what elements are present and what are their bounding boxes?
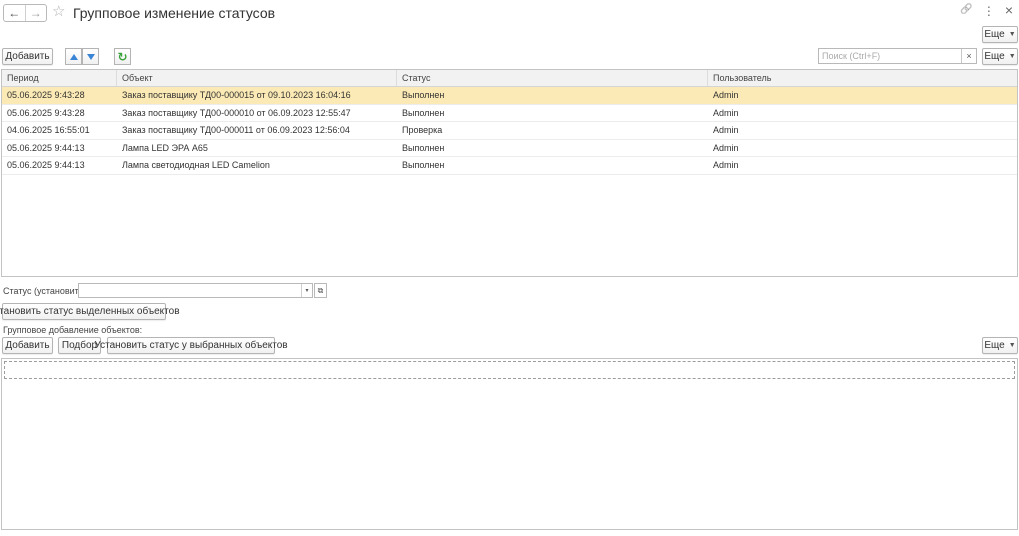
link-icon[interactable]: 🔗 xyxy=(960,4,972,18)
cell-period: 05.06.2025 9:44:13 xyxy=(7,142,85,153)
cell-status: Выполнен xyxy=(402,90,445,100)
window-controls: 🔗 ⋮ × xyxy=(960,3,1013,18)
move-up-button[interactable] xyxy=(65,48,82,65)
search-input[interactable] xyxy=(819,49,961,63)
column-header-object[interactable]: Объект xyxy=(117,70,397,86)
group-more-button[interactable]: Еще ▼ xyxy=(982,337,1018,354)
table-header: Период Объект Статус Пользователь xyxy=(2,70,1017,87)
page-title: Групповое изменение статусов xyxy=(73,5,276,21)
cell-user: Admin xyxy=(713,125,739,135)
move-down-button[interactable] xyxy=(82,48,99,65)
open-form-icon: ⧉ xyxy=(317,285,324,295)
column-header-period[interactable]: Период xyxy=(2,70,117,86)
cell-user: Admin xyxy=(713,90,739,100)
table-row[interactable]: 05.06.2025 9:43:28 Заказ поставщику ТД00… xyxy=(2,105,1017,122)
table-row[interactable]: 05.06.2025 9:44:13 Лампа светодиодная LE… xyxy=(2,157,1017,175)
clear-search-button[interactable]: × xyxy=(961,49,976,63)
cell-user: Admin xyxy=(713,107,739,118)
more-button-top[interactable]: Еще ▼ xyxy=(982,26,1018,43)
cell-status: Выполнен xyxy=(402,107,445,118)
clear-icon: × xyxy=(966,51,972,61)
arrow-up-icon xyxy=(69,53,78,60)
cell-period: 05.06.2025 9:44:13 xyxy=(7,160,85,170)
chevron-down-icon: ▾ xyxy=(305,288,309,294)
more-button-label: Еще xyxy=(984,340,1005,351)
group-add-label: Групповое добавление объектов: xyxy=(3,325,143,335)
chevron-down-icon: ▼ xyxy=(1008,342,1016,349)
more-button-label: Еще xyxy=(984,51,1005,62)
title-bar: ← → ☆ Групповое изменение статусов 🔗 ⋮ × xyxy=(0,0,1019,26)
menu-icon[interactable]: ⋮ xyxy=(983,4,995,18)
dropdown-button[interactable]: ▾ xyxy=(301,284,312,297)
cell-object: Заказ поставщику ТД00-000011 от 06.09.20… xyxy=(122,125,350,135)
search-box: × xyxy=(818,48,977,64)
cell-user: Admin xyxy=(713,160,739,170)
arrow-right-icon: → xyxy=(29,6,42,20)
table-row[interactable]: 04.06.2025 16:55:01 Заказ поставщику ТД0… xyxy=(2,122,1017,140)
cell-status: Проверка xyxy=(402,125,443,135)
forward-button[interactable]: → xyxy=(24,5,47,21)
more-button-label: Еще xyxy=(984,29,1005,40)
cell-period: 04.06.2025 16:55:01 xyxy=(7,125,90,135)
status-set-label: Статус (установить): xyxy=(3,286,89,296)
chevron-down-icon: ▼ xyxy=(1008,53,1016,60)
add-button[interactable]: Добавить xyxy=(2,48,53,65)
status-select-value xyxy=(79,284,301,297)
group-add-button[interactable]: Добавить xyxy=(2,337,53,354)
cell-object: Лампа светодиодная LED Camelion xyxy=(122,160,270,170)
group-objects-table[interactable] xyxy=(1,358,1018,530)
status-history-table[interactable]: Период Объект Статус Пользователь 05.06.… xyxy=(1,69,1018,277)
table-empty-row[interactable] xyxy=(4,361,1015,379)
refresh-button[interactable]: ↻ xyxy=(114,48,131,65)
arrow-left-icon: ← xyxy=(8,6,21,20)
table-row[interactable]: 05.06.2025 9:44:13 Лампа LED ЭРА А65 Вып… xyxy=(2,140,1017,157)
refresh-icon: ↻ xyxy=(117,49,128,64)
column-header-status[interactable]: Статус xyxy=(397,70,708,86)
column-header-user[interactable]: Пользователь xyxy=(708,70,1017,86)
nav-buttons: ← → xyxy=(3,4,47,22)
cell-period: 05.06.2025 9:43:28 xyxy=(7,90,85,100)
cell-object: Лампа LED ЭРА А65 xyxy=(122,142,208,153)
cell-object: Заказ поставщику ТД00-000015 от 09.10.20… xyxy=(122,90,351,100)
cell-object: Заказ поставщику ТД00-000010 от 06.09.20… xyxy=(122,107,351,118)
status-select[interactable]: ▾ xyxy=(78,283,313,298)
set-status-chosen-button[interactable]: Установить статус у выбранных объектов xyxy=(94,337,288,354)
cell-status: Выполнен xyxy=(402,160,445,170)
cell-user: Admin xyxy=(713,142,739,153)
cell-status: Выполнен xyxy=(402,142,445,153)
open-status-button[interactable]: ⧉ xyxy=(314,283,327,298)
set-status-selected-button[interactable]: Установить статус выделенных объектов xyxy=(0,303,180,320)
table-row[interactable]: 05.06.2025 9:43:28 Заказ поставщику ТД00… xyxy=(2,87,1017,105)
cell-period: 05.06.2025 9:43:28 xyxy=(7,107,85,118)
close-icon[interactable]: × xyxy=(1005,3,1013,18)
favorite-star-icon[interactable]: ☆ xyxy=(52,4,65,20)
back-button[interactable]: ← xyxy=(4,5,25,21)
more-button[interactable]: Еще ▼ xyxy=(982,48,1018,65)
chevron-down-icon: ▼ xyxy=(1008,31,1016,38)
arrow-down-icon xyxy=(86,53,95,60)
